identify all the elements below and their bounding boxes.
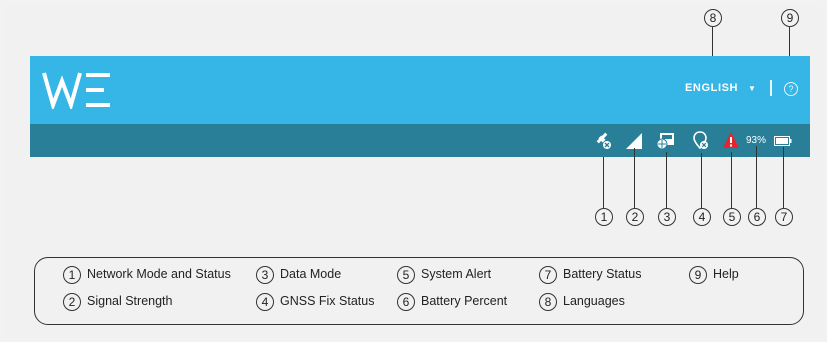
legend-number: 5 <box>397 266 415 284</box>
system-alert-icon[interactable] <box>722 131 740 149</box>
legend-label: Battery Status <box>563 267 642 281</box>
callout-4-leader <box>701 153 703 208</box>
legend-number: 9 <box>689 266 707 284</box>
callout-9: 9 <box>781 9 799 27</box>
legend-label: Network Mode and Status <box>87 267 231 281</box>
status-bar: 93% <box>30 124 810 157</box>
legend-number: 2 <box>63 293 81 311</box>
callout-2: 2 <box>626 208 644 226</box>
callout-6-leader <box>756 146 758 208</box>
gnss-fix-icon[interactable] <box>692 131 710 151</box>
callout-3: 3 <box>658 208 676 226</box>
callout-2-leader <box>634 148 636 208</box>
battery-percent-text: 93% <box>746 135 767 146</box>
legend-number: 6 <box>397 293 415 311</box>
top-header-bar: ENGLISH ▼ ? <box>30 56 810 124</box>
legend-label: System Alert <box>421 267 492 281</box>
callout-8: 8 <box>704 9 722 27</box>
legend-label: Languages <box>563 294 625 308</box>
help-icon[interactable]: ? <box>784 82 798 96</box>
callout-4: 4 <box>693 208 711 226</box>
callout-3-leader <box>666 152 668 208</box>
legend-number: 3 <box>256 266 274 284</box>
header-divider <box>770 80 772 96</box>
we-logo <box>42 72 110 109</box>
callout-7: 7 <box>775 208 793 226</box>
callout-5: 5 <box>723 208 741 226</box>
callout-1: 1 <box>595 208 613 226</box>
callout-7-leader <box>783 147 785 208</box>
callout-1-leader <box>603 157 605 208</box>
legend-number: 4 <box>256 293 274 311</box>
legend-number: 8 <box>539 293 557 311</box>
data-mode-icon[interactable] <box>656 132 676 150</box>
legend-label: Signal Strength <box>87 294 173 308</box>
callout-5-leader <box>731 152 733 208</box>
network-mode-icon[interactable] <box>594 132 612 150</box>
legend-label: Data Mode <box>280 267 342 281</box>
legend-box: 1 Network Mode and Status 2 Signal Stren… <box>34 257 804 325</box>
legend-label: Battery Percent <box>421 294 508 308</box>
battery-icon[interactable] <box>774 135 792 147</box>
callout-6: 6 <box>748 208 766 226</box>
chevron-down-icon[interactable]: ▼ <box>748 84 756 93</box>
legend-number: 1 <box>63 266 81 284</box>
legend-label: GNSS Fix Status <box>280 294 375 308</box>
legend-number: 7 <box>539 266 557 284</box>
language-selector[interactable]: ENGLISH <box>685 82 738 94</box>
legend-label: Help <box>713 267 739 281</box>
